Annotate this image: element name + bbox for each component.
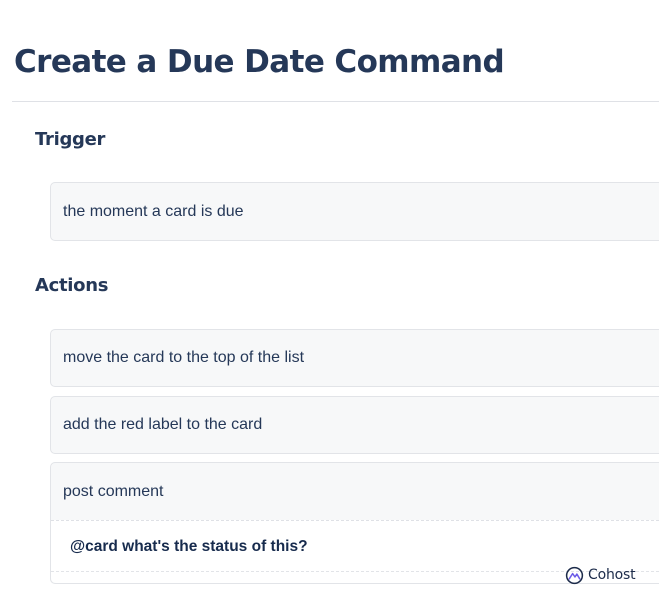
watermark-brand: Cohost — [588, 567, 636, 583]
action-label: post comment — [63, 483, 164, 500]
watermark: Cohost — [565, 564, 636, 586]
trigger-heading: Trigger — [35, 129, 106, 150]
cohost-logo-icon — [565, 566, 584, 585]
trigger-text: the moment a card is due — [63, 203, 244, 220]
title-divider — [12, 101, 659, 102]
action-card-label[interactable]: add the red label to the card — [50, 396, 659, 454]
trigger-card[interactable]: the moment a card is due — [50, 182, 659, 241]
action-label: add the red label to the card — [63, 416, 263, 433]
action-label: move the card to the top of the list — [63, 349, 305, 366]
page-title: Create a Due Date Command — [14, 44, 505, 80]
action-card-move[interactable]: move the card to the top of the list — [50, 329, 659, 387]
comment-text: @card what's the status of this? — [70, 538, 308, 555]
actions-heading: Actions — [35, 275, 109, 296]
